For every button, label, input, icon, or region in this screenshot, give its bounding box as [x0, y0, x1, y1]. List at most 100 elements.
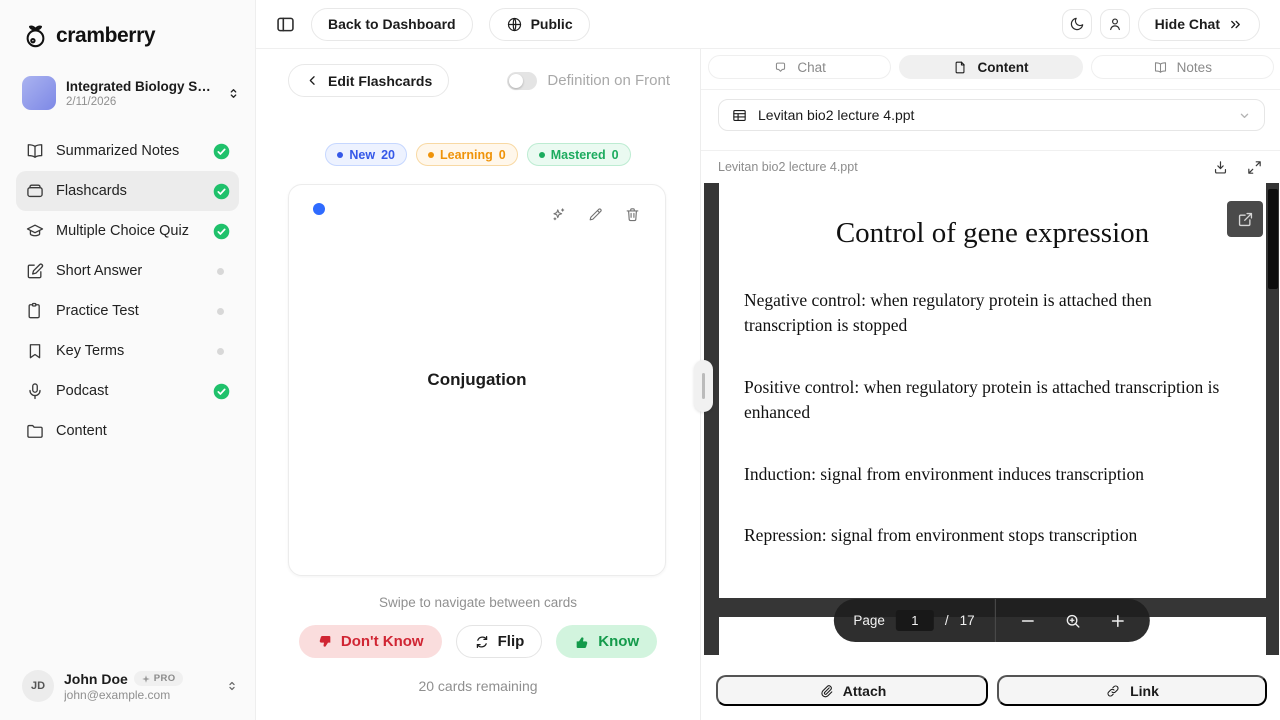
tab-content[interactable]: Content [899, 55, 1082, 79]
study-set-date: 2/11/2026 [66, 96, 216, 108]
incomplete-dot-icon [217, 308, 224, 315]
chevron-left-icon [305, 73, 320, 88]
file-dropdown[interactable]: Levitan bio2 lecture 4.ppt [718, 99, 1265, 131]
graduation-cap-icon [25, 221, 45, 241]
divider [701, 89, 1280, 90]
definition-toggle-label: Definition on Front [547, 72, 670, 89]
sidebar-item-summarized-notes[interactable]: Summarized Notes [16, 131, 239, 171]
public-button[interactable]: Public [489, 8, 590, 41]
flip-button[interactable]: Flip [456, 625, 543, 658]
dark-mode-toggle-button[interactable] [1062, 9, 1092, 39]
zoom-in-icon [1064, 612, 1082, 630]
account-button[interactable] [1100, 9, 1130, 39]
user-menu[interactable]: JD John Doe PRO john@example.com [14, 664, 247, 708]
slide-paragraph: Repression: signal from environment stop… [744, 523, 1236, 548]
slide-body: Negative control: when regulatory protei… [744, 288, 1236, 548]
logo: cramberry [22, 22, 155, 49]
tab-chat[interactable]: Chat [708, 55, 891, 79]
know-button[interactable]: Know [556, 625, 657, 658]
learning-badge[interactable]: Learning0 [416, 143, 518, 166]
moon-icon [1069, 16, 1085, 32]
dont-know-button[interactable]: Don't Know [299, 625, 442, 658]
attach-button[interactable]: Attach [716, 675, 988, 706]
flashcard[interactable]: Conjugation [288, 184, 666, 576]
mastered-badge[interactable]: Mastered0 [527, 143, 631, 166]
slide-paragraph: Positive control: when regulatory protei… [744, 375, 1236, 426]
viewer-scrollbar[interactable] [1268, 189, 1278, 289]
avatar: JD [22, 670, 54, 702]
sidebar-item-short-answer[interactable]: Short Answer [16, 251, 239, 291]
user-name: John Doe [64, 671, 128, 687]
new-badge[interactable]: New20 [325, 143, 407, 166]
flashcard-study-panel: Edit Flashcards Definition on Front New2… [256, 49, 700, 720]
download-button[interactable] [1212, 159, 1229, 176]
expand-icon [1246, 159, 1263, 176]
study-set-info: Integrated Biology S… 2/11/2026 [66, 79, 216, 108]
thumbs-down-icon [317, 634, 333, 650]
user-info: John Doe PRO john@example.com [64, 671, 215, 702]
panel-resize-handle[interactable] [694, 360, 713, 412]
total-pages: 17 [960, 613, 975, 628]
sidebar: cramberry Integrated Biology S… 2/11/202… [0, 0, 256, 720]
back-to-dashboard-button[interactable]: Back to Dashboard [311, 8, 473, 41]
sidebar-item-content[interactable]: Content [16, 411, 239, 451]
sidebar-toggle-button[interactable] [272, 11, 298, 37]
cards-remaining: 20 cards remaining [256, 678, 700, 694]
incomplete-dot-icon [217, 268, 224, 275]
logo-text: cramberry [56, 24, 155, 48]
sidebar-item-podcast[interactable]: Podcast [16, 371, 239, 411]
sidebar-item-label: Summarized Notes [56, 143, 202, 159]
sidebar-item-multiple-choice-quiz[interactable]: Multiple Choice Quiz [16, 211, 239, 251]
slide-paragraph: Induction: signal from environment induc… [744, 462, 1236, 487]
sidebar-item-label: Multiple Choice Quiz [56, 223, 202, 239]
microphone-icon [25, 381, 45, 401]
study-set-selector[interactable]: Integrated Biology S… 2/11/2026 [14, 70, 249, 116]
sidebar-nav: Summarized Notes Flashcards Multiple Cho… [0, 131, 255, 451]
flip-icon [474, 634, 490, 650]
sidebar-item-label: Flashcards [56, 183, 202, 199]
chevron-up-down-icon [226, 86, 241, 101]
topbar: Back to Dashboard Public Hide Chat [256, 0, 1280, 49]
check-circle-icon [213, 383, 230, 400]
app-root: cramberry Integrated Biology S… 2/11/202… [0, 0, 1280, 720]
chevron-down-icon [1237, 108, 1252, 123]
book-open-icon [1153, 60, 1168, 75]
panel-toggle-icon [275, 14, 296, 35]
card-front-text: Conjugation [289, 185, 665, 575]
link-button[interactable]: Link [997, 675, 1267, 706]
tab-notes[interactable]: Notes [1091, 55, 1274, 79]
pro-badge: PRO [134, 671, 183, 686]
slide-page: Control of gene expression Negative cont… [719, 183, 1266, 598]
download-icon [1212, 159, 1229, 176]
check-circle-icon [213, 183, 230, 200]
minus-icon [1019, 612, 1037, 630]
page-number-input[interactable]: 1 [896, 610, 934, 631]
sidebar-item-key-terms[interactable]: Key Terms [16, 331, 239, 371]
thumbs-up-icon [574, 634, 590, 650]
fullscreen-button[interactable] [1246, 159, 1263, 176]
paperclip-icon [818, 683, 834, 699]
sidebar-item-flashcards[interactable]: Flashcards [16, 171, 239, 211]
check-circle-icon [213, 143, 230, 160]
link-icon [1105, 683, 1121, 699]
blue-dot-icon [337, 152, 343, 158]
viewer-filename: Levitan bio2 lecture 4.ppt [718, 160, 1212, 174]
file-dropdown-value: Levitan bio2 lecture 4.ppt [758, 107, 914, 123]
edit-flashcards-button[interactable]: Edit Flashcards [288, 64, 449, 97]
check-circle-icon [213, 223, 230, 240]
chat-bubble-icon [773, 60, 788, 75]
sidebar-item-label: Podcast [56, 383, 202, 399]
zoom-reset-button[interactable] [1064, 612, 1082, 630]
open-in-new-button[interactable] [1227, 201, 1263, 237]
zoom-in-button[interactable] [1109, 612, 1127, 630]
page-divider: / [945, 613, 949, 628]
sidebar-item-practice-test[interactable]: Practice Test [16, 291, 239, 331]
study-set-avatar [22, 76, 56, 110]
hide-chat-button[interactable]: Hide Chat [1138, 8, 1260, 41]
definition-on-front-toggle[interactable] [507, 72, 537, 90]
zoom-out-button[interactable] [1019, 612, 1037, 630]
folder-icon [25, 421, 45, 441]
sidebar-item-label: Key Terms [56, 343, 206, 359]
study-set-title: Integrated Biology S… [66, 79, 216, 94]
user-email: john@example.com [64, 688, 215, 702]
